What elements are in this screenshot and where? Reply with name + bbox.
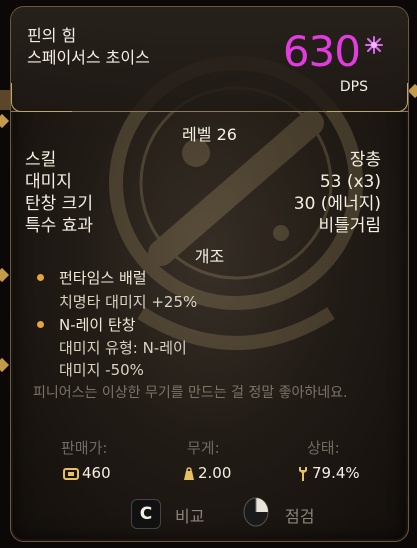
stat-value: 30 (에너지) [293, 194, 381, 214]
mod-detail: 대미지 유형: N-레이 [59, 339, 187, 357]
stat-row-special: 특수 효과 비틀거림 [25, 215, 381, 237]
item-level: 레벨 26 [182, 125, 237, 144]
weight-value: 2.00 [198, 464, 232, 482]
frame-ornament [0, 113, 10, 129]
price-label: 판매가: [61, 439, 108, 457]
stat-label: 대미지 [25, 172, 72, 192]
weight-icon [184, 466, 194, 480]
dps-label: DPS [339, 79, 368, 95]
mod-detail: 대미지 -50% [59, 361, 144, 379]
stat-value: 비틀거림 [318, 216, 381, 236]
stat-label: 스킬 [25, 150, 57, 170]
item-tooltip-panel: 핀의 힘 스페이서스 초이스 630 DPS 레벨 26 스킬 장총 대미지 5… [10, 6, 409, 542]
header-corner [11, 83, 72, 112]
stat-row-skill: 스킬 장총 [25, 149, 381, 171]
frame-ornament [407, 83, 417, 99]
stat-value: 장총 [349, 150, 381, 170]
mod-bullet-icon [37, 274, 44, 281]
wrench-icon [299, 466, 307, 481]
frame-ornament [0, 267, 10, 283]
condition-field: 79.4% [297, 463, 360, 483]
mod-name: N-레이 탄창 [59, 316, 136, 334]
price-field: 460 [63, 463, 111, 483]
weight-field: 2.00 [183, 463, 231, 483]
stat-value: 53 (x3) [319, 172, 381, 192]
stat-label: 특수 효과 [25, 216, 93, 236]
mouse-right-click-icon[interactable] [243, 497, 269, 527]
dps-value: 630 [282, 27, 361, 76]
weight-label: 무게: [187, 439, 220, 457]
stat-row-magazine: 탄창 크기 30 (에너지) [25, 193, 381, 215]
compare-key-icon[interactable]: C [131, 499, 161, 529]
mod-detail: 치명타 대미지 +25% [59, 293, 198, 311]
bits-currency-icon [63, 467, 79, 480]
frame-ornament [0, 357, 10, 373]
condition-label: 상태: [307, 439, 340, 457]
condition-value: 79.4% [312, 464, 360, 482]
mods-title: 개조 [194, 247, 225, 266]
tooltip-header: 핀의 힘 스페이서스 초이스 630 DPS [11, 7, 408, 112]
inspect-button[interactable]: 점검 [285, 503, 314, 527]
brand-name: 스페이서스 초이스 [27, 48, 150, 67]
price-value: 460 [82, 464, 111, 482]
plasma-burst-icon [365, 36, 383, 54]
flavor-text: 피니어스는 이상한 무기를 만드는 걸 정말 좋아하네요. [33, 385, 348, 401]
mod-bullet-icon [37, 321, 44, 328]
mod-name: 펀타임스 배럴 [59, 269, 147, 287]
stat-label: 탄창 크기 [25, 194, 93, 214]
compare-button[interactable]: 비교 [175, 503, 204, 527]
stat-row-damage: 대미지 53 (x3) [25, 171, 381, 193]
weapon-name: 핀의 힘 [27, 26, 77, 45]
